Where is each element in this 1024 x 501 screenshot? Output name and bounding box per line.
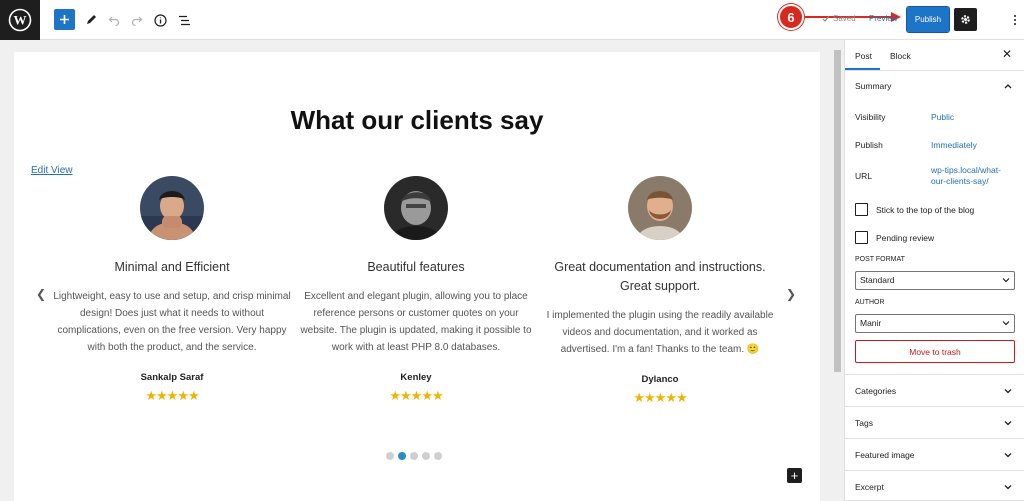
check-icon xyxy=(822,15,830,22)
panel-categories[interactable]: Categories xyxy=(855,386,896,396)
editor-area: What our clients say Edit View ❮ ❯ Minim… xyxy=(0,40,832,501)
add-block-icon[interactable] xyxy=(54,9,75,30)
url-value-link[interactable]: wp-tips.local/what-our-clients-say/ xyxy=(931,165,1011,187)
post-format-select[interactable]: Standard xyxy=(855,271,1015,290)
pending-review-label: Pending review xyxy=(876,233,935,243)
editor-scrollbar[interactable] xyxy=(832,40,844,501)
sidebar-tabs: Post Block ✕ xyxy=(845,40,1024,71)
summary-title: Summary xyxy=(855,81,892,91)
chevron-down-icon[interactable] xyxy=(1003,386,1013,396)
pending-review-checkbox[interactable] xyxy=(855,231,868,244)
close-icon[interactable]: ✕ xyxy=(1002,47,1012,61)
testimonial-card: Great documentation and instructions. Gr… xyxy=(541,176,779,406)
undo-icon[interactable] xyxy=(103,9,125,31)
slider-dot[interactable] xyxy=(410,452,418,460)
panel-featured-image[interactable]: Featured image xyxy=(855,450,915,460)
testimonial-author: Kenley xyxy=(400,372,432,383)
panel-tags[interactable]: Tags xyxy=(855,418,873,428)
chevron-down-icon[interactable] xyxy=(1003,482,1013,492)
divider xyxy=(845,438,1024,439)
testimonial-title: Beautiful features xyxy=(367,260,465,274)
svg-text:W: W xyxy=(14,13,27,28)
editor-canvas[interactable]: What our clients say Edit View ❮ ❯ Minim… xyxy=(14,52,820,501)
testimonial-author: Dylanco xyxy=(641,374,679,385)
active-tab-indicator xyxy=(845,68,880,70)
divider xyxy=(845,406,1024,407)
testimonial-text: Lightweight, easy to use and setup, and … xyxy=(53,291,291,353)
visibility-label: Visibility xyxy=(855,112,886,122)
slider-dot[interactable] xyxy=(434,452,442,460)
url-label: URL xyxy=(855,171,873,181)
list-view-icon[interactable] xyxy=(173,9,195,31)
saved-status: Saved xyxy=(822,14,856,23)
chevron-down-icon[interactable] xyxy=(1003,418,1013,428)
wordpress-logo-icon[interactable]: W xyxy=(0,0,40,40)
tab-post[interactable]: Post xyxy=(855,51,872,61)
panel-excerpt[interactable]: Excerpt xyxy=(855,482,884,492)
step-marker-badge: 6 xyxy=(778,4,804,30)
slider-prev-icon[interactable]: ❮ xyxy=(36,287,46,301)
testimonial-author: Sankalp Saraf xyxy=(140,372,204,383)
slider-next-icon[interactable]: ❯ xyxy=(786,287,796,301)
edit-view-link[interactable]: Edit View xyxy=(31,165,73,176)
editor-toolbar: W 6 Saved Preview Publish xyxy=(0,0,1024,40)
divider xyxy=(845,374,1024,375)
testimonial-title: Great documentation and instructions. Gr… xyxy=(554,260,766,293)
publish-button[interactable]: Publish xyxy=(906,6,950,33)
stick-to-top-label: Stick to the top of the blog xyxy=(876,205,975,215)
add-block-inline-icon[interactable]: + xyxy=(787,468,802,483)
visibility-value-link[interactable]: Public xyxy=(931,112,1011,123)
move-to-trash-button[interactable]: Move to trash xyxy=(855,340,1015,363)
slider-pagination xyxy=(386,452,442,460)
chevron-down-icon xyxy=(1002,278,1010,283)
settings-sidebar: Post Block ✕ Summary Visibility Public P… xyxy=(844,40,1024,501)
preview-button[interactable]: Preview xyxy=(869,14,897,23)
testimonial-card: Minimal and Efficient Lightweight, easy … xyxy=(53,176,291,404)
chevron-down-icon xyxy=(1002,321,1010,326)
testimonial-card: Beautiful features Excellent and elegant… xyxy=(297,176,535,404)
star-rating-icon: ★★★★★ xyxy=(145,388,199,403)
testimonial-text: Excellent and elegant plugin, allowing y… xyxy=(300,291,532,353)
slider-dot[interactable] xyxy=(422,452,430,460)
more-options-icon[interactable] xyxy=(1010,11,1020,29)
chevron-up-icon[interactable] xyxy=(1003,81,1013,91)
publish-label: Publish xyxy=(855,140,883,150)
avatar xyxy=(140,176,204,240)
scrollbar-thumb[interactable] xyxy=(834,50,841,372)
avatar xyxy=(384,176,448,240)
settings-gear-icon[interactable] xyxy=(954,8,977,31)
testimonial-text: I implemented the plugin using the readi… xyxy=(546,310,774,355)
chevron-down-icon[interactable] xyxy=(1003,450,1013,460)
author-label: AUTHOR xyxy=(855,299,885,306)
author-value: Manir xyxy=(860,318,882,328)
saved-label: Saved xyxy=(833,14,856,23)
stick-to-top-checkbox[interactable] xyxy=(855,203,868,216)
info-icon[interactable] xyxy=(149,9,171,31)
post-format-value: Standard xyxy=(860,275,895,285)
avatar xyxy=(628,176,692,240)
star-rating-icon: ★★★★★ xyxy=(633,390,687,405)
testimonial-title: Minimal and Efficient xyxy=(114,260,230,274)
tab-block[interactable]: Block xyxy=(890,51,911,61)
post-format-label: POST FORMAT xyxy=(855,256,905,263)
slider-dot[interactable] xyxy=(386,452,394,460)
pencil-tools-icon[interactable] xyxy=(80,9,102,31)
divider xyxy=(845,470,1024,471)
author-select[interactable]: Manir xyxy=(855,314,1015,333)
slider-dot[interactable] xyxy=(398,452,406,460)
star-rating-icon: ★★★★★ xyxy=(389,388,443,403)
page-title[interactable]: What our clients say xyxy=(14,105,820,136)
publish-date-link[interactable]: Immediately xyxy=(931,140,1011,151)
redo-icon[interactable] xyxy=(126,9,148,31)
